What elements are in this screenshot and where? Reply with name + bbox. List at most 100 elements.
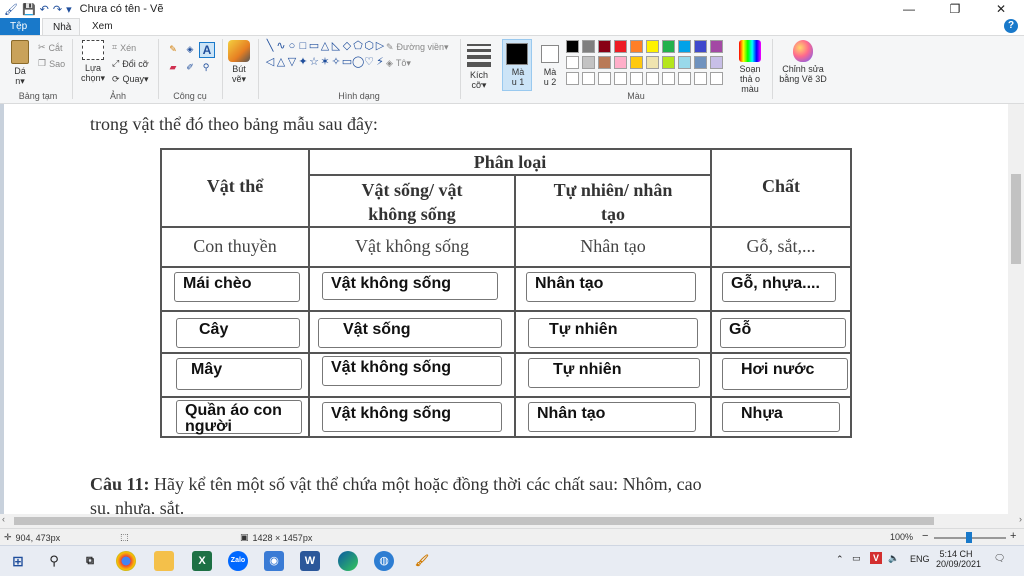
custom-color-slot[interactable] [662, 72, 675, 85]
zoom-in-icon[interactable]: + [1010, 530, 1016, 542]
custom-color-slot[interactable] [598, 72, 611, 85]
answer-box[interactable]: Vật không sống [322, 272, 498, 300]
excel-icon[interactable]: X [192, 551, 212, 571]
color-swatch[interactable] [646, 40, 659, 53]
color-picker-icon[interactable]: ✐ [183, 62, 197, 73]
answer-box[interactable]: Quần áo con người [176, 400, 302, 435]
task-view-icon[interactable]: ⧉ [80, 551, 100, 571]
customize-qa-icon[interactable]: ▾ [66, 3, 72, 16]
color-swatch[interactable] [630, 56, 643, 69]
color-swatch[interactable] [614, 40, 627, 53]
tray-expand-icon[interactable]: ⌃ [836, 554, 844, 565]
fill-icon[interactable]: ◈ [183, 44, 197, 55]
magnifier-icon[interactable]: ⚲ [199, 62, 213, 73]
color-swatch[interactable] [710, 56, 723, 69]
color-swatch[interactable] [630, 40, 643, 53]
color-swatch[interactable] [566, 40, 579, 53]
antivirus-icon[interactable]: V [870, 552, 882, 564]
shape-icon[interactable]: ⚡ [374, 57, 386, 68]
answer-box[interactable]: Nhân tạo [526, 272, 696, 302]
custom-color-slot[interactable] [566, 72, 579, 85]
answer-box[interactable]: Tự nhiên [528, 318, 698, 348]
answer-box[interactable]: Mây [176, 358, 302, 390]
color-swatch[interactable] [662, 40, 675, 53]
save-icon[interactable]: 💾 [22, 3, 36, 16]
horizontal-scrollbar[interactable]: ‹ › [0, 514, 1024, 528]
zoom-slider-thumb[interactable] [966, 532, 972, 543]
paint-taskbar-icon[interactable]: 🖌 [412, 551, 432, 571]
shape-icon[interactable]: ▷ [374, 41, 386, 52]
color-swatch[interactable] [694, 40, 707, 53]
answer-box[interactable]: Nhựa [722, 402, 840, 432]
color-swatch[interactable] [566, 56, 579, 69]
scroll-right-icon[interactable]: › [1019, 514, 1022, 524]
scroll-left-icon[interactable]: ‹ [2, 514, 5, 524]
color-swatch[interactable] [598, 40, 611, 53]
color-palette[interactable] [566, 40, 732, 90]
color-swatch[interactable] [678, 56, 691, 69]
size-button[interactable]: Kích cỡ▾ [466, 42, 492, 90]
color-swatch[interactable] [598, 56, 611, 69]
custom-color-slot[interactable] [582, 72, 595, 85]
custom-color-slot[interactable] [710, 72, 723, 85]
custom-color-slot[interactable] [630, 72, 643, 85]
chrome-icon[interactable] [116, 551, 136, 571]
vertical-scrollbar[interactable] [1008, 104, 1024, 514]
cut-button[interactable]: ✂ Cắt [38, 42, 63, 53]
drawing-canvas[interactable]: trong vật thể đó theo bảng mẫu sau đây: … [4, 104, 1008, 514]
brushes-button[interactable]: Bút vẽ▾ [226, 40, 252, 84]
help-icon[interactable]: ? [1004, 19, 1018, 33]
paint3d-button[interactable]: Chỉnh sửa bằng Vẽ 3D [776, 40, 830, 84]
remote-app-icon[interactable]: ◉ [264, 551, 284, 571]
clock[interactable]: 5:14 CH 20/09/2021 [936, 549, 981, 569]
tab-view[interactable]: Xem [82, 18, 118, 35]
network-icon[interactable]: ▭ [852, 553, 861, 564]
notifications-icon[interactable]: 🗨 [994, 553, 1005, 564]
minimize-button[interactable]: — [886, 0, 932, 18]
custom-color-slot[interactable] [678, 72, 691, 85]
eraser-icon[interactable]: ▰ [166, 62, 180, 73]
volume-icon[interactable]: 🔈 [888, 553, 899, 564]
answer-box[interactable]: Tự nhiên [528, 358, 700, 388]
tab-file[interactable]: Tệp [0, 18, 40, 35]
answer-box[interactable]: Cây [176, 318, 300, 348]
color1-button[interactable]: Mà u 1 [502, 39, 532, 91]
paste-button[interactable]: Dá n▾ [8, 40, 32, 86]
color-swatch[interactable] [694, 56, 707, 69]
edge-icon[interactable] [338, 551, 358, 571]
start-icon[interactable]: ⊞ [8, 551, 28, 571]
network-app-icon[interactable]: ◍ [374, 551, 394, 571]
answer-box[interactable]: Gỗ, nhựa.... [722, 272, 836, 302]
text-tool-icon[interactable]: A [199, 42, 215, 58]
file-explorer-icon[interactable] [154, 551, 174, 571]
color-swatch[interactable] [646, 56, 659, 69]
custom-color-slot[interactable] [694, 72, 707, 85]
crop-button[interactable]: ⌗ Xén [112, 42, 136, 53]
pencil-icon[interactable]: ✎ [166, 44, 180, 55]
color-swatch[interactable] [662, 56, 675, 69]
custom-color-slot[interactable] [614, 72, 627, 85]
answer-box[interactable]: Gỗ [720, 318, 846, 348]
answer-box[interactable]: Vật không sống [322, 402, 502, 432]
fill-shape-button[interactable]: ◈ Tô▾ [386, 58, 411, 69]
answer-box[interactable]: Vật không sống [322, 356, 502, 386]
color-swatch[interactable] [582, 40, 595, 53]
answer-box[interactable]: Hơi nước [722, 358, 848, 390]
color-swatch[interactable] [582, 56, 595, 69]
color-swatch[interactable] [614, 56, 627, 69]
maximize-button[interactable]: ❐ [932, 0, 978, 18]
undo-icon[interactable]: ↶ [40, 3, 49, 16]
zoom-out-icon[interactable]: − [922, 530, 928, 542]
answer-box[interactable]: Vật sống [318, 318, 502, 348]
copy-button[interactable]: ❐ Sao [38, 58, 65, 69]
redo-icon[interactable]: ↷ [53, 3, 62, 16]
color2-button[interactable]: Mà u 2 [536, 39, 564, 87]
rotate-button[interactable]: ⟳ Quay▾ [112, 74, 149, 85]
tab-home[interactable]: Nhà [42, 18, 80, 35]
outline-button[interactable]: ✎ Đường viền▾ [386, 42, 449, 53]
edit-colors-button[interactable]: Soạn thả o màu [732, 40, 768, 94]
search-icon[interactable]: ⚲ [44, 551, 64, 571]
answer-box[interactable]: Nhân tạo [528, 402, 696, 432]
answer-box[interactable]: Mái chèo [174, 272, 300, 302]
custom-color-slot[interactable] [646, 72, 659, 85]
